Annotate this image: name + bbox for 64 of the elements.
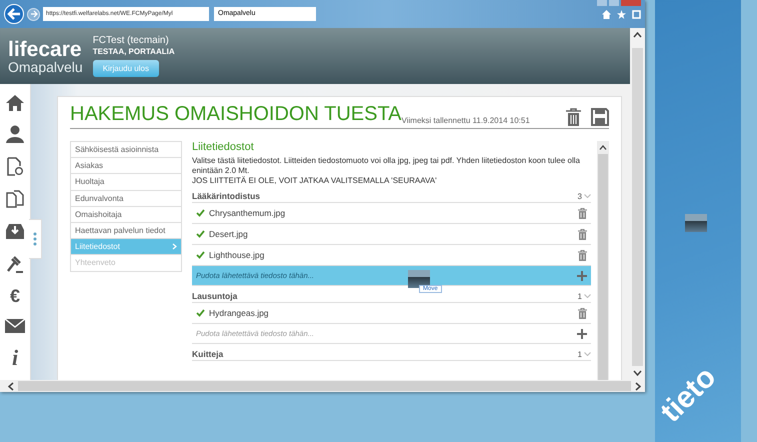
instructions-text: Valitse tästä liitetiedostot. Liitteiden tiedostomuoto voi olla jpg, jpeg tai pdf. Yhden liitetiedoston koon tulee olla enintään 2.0 Mt. [192,156,581,176]
documents-icon[interactable] [6,190,24,208]
delete-icon[interactable] [566,108,581,126]
chevron-right-icon [172,243,177,250]
checkmark-icon [196,251,205,259]
add-icon[interactable] [577,270,587,280]
inner-scrollbar[interactable] [597,141,609,380]
gavel-icon[interactable] [6,254,24,273]
save-icon[interactable] [591,108,609,126]
delete-icon[interactable] [578,250,587,260]
person-icon[interactable] [6,125,24,144]
forward-button[interactable] [27,8,40,20]
group-title: Lääkärintodistus [192,191,260,201]
delete-icon[interactable] [578,228,587,240]
scroll-up-icon[interactable] [633,32,642,38]
logo-subtitle: Omapalvelu [8,60,83,74]
collapse-handle[interactable] [29,219,42,259]
delete-icon[interactable] [578,208,587,218]
file-name: Desert.jpg [209,229,248,239]
step-item[interactable]: Omaishoitaja [71,206,181,223]
file-name: Hydrangeas.jpg [209,308,269,318]
file-count: 1 [578,292,582,300]
step-item[interactable]: Huoltaja [71,174,181,191]
delete-icon[interactable] [578,308,587,318]
horizontal-scrollbar[interactable] [0,380,645,392]
section-title: Liitetiedostot [192,141,255,153]
forward-arrow-icon[interactable] [30,10,38,18]
scroll-up-icon[interactable] [599,145,607,150]
file-name: Lighthouse.jpg [209,250,264,260]
user-name: FCTest (tecmain) [92,35,169,46]
home-icon[interactable] [6,95,24,112]
group-title: Kuitteja [192,349,224,359]
step-item[interactable]: Edunvalvonta [71,190,181,207]
logo: lifecare [8,38,83,60]
euro-icon[interactable]: € [10,286,20,305]
step-item[interactable]: Asiakas [71,158,181,174]
star-icon[interactable] [617,10,626,19]
file-name: Chrysanthemum.jpg [209,208,286,218]
checkmark-icon [196,309,205,317]
page-scrollbar[interactable] [630,28,645,380]
step-item[interactable]: Sähköisestä asioinnista [71,142,181,158]
group-title: Lausuntoja [192,291,238,301]
add-document-icon[interactable] [7,157,23,176]
notice-text: JOS LIITTEITÄ EI OLE, VOIT JATKAA VALITSEMALLA 'SEURAAVA' [192,176,438,186]
page-title: HAKEMUS OMAISHOIDON TUESTA [70,103,402,126]
photo-placeholder[interactable] [685,214,707,232]
last-saved-text: Viimeksi tallennettu 11.9.2014 10:51 [402,116,530,125]
file-count: 3 [578,192,582,200]
back-button[interactable] [4,4,24,24]
info-icon[interactable]: i [12,346,18,369]
scroll-down-icon[interactable] [633,370,642,376]
scroll-left-icon[interactable] [8,382,14,390]
mail-icon[interactable] [5,318,25,333]
organization-name: TESTAA, PORTAALIA [92,47,175,56]
chevron-down-icon[interactable] [584,352,591,356]
inbox-download-icon[interactable] [5,222,25,240]
checkmark-icon [196,209,205,217]
chevron-down-icon[interactable] [584,194,591,198]
wallpaper-logo: tieto [654,360,724,430]
checkmark-icon [196,230,205,238]
chevron-down-icon[interactable] [584,294,591,298]
scroll-right-icon[interactable] [635,382,641,390]
file-count: 1 [578,350,582,358]
add-icon[interactable] [577,328,587,338]
